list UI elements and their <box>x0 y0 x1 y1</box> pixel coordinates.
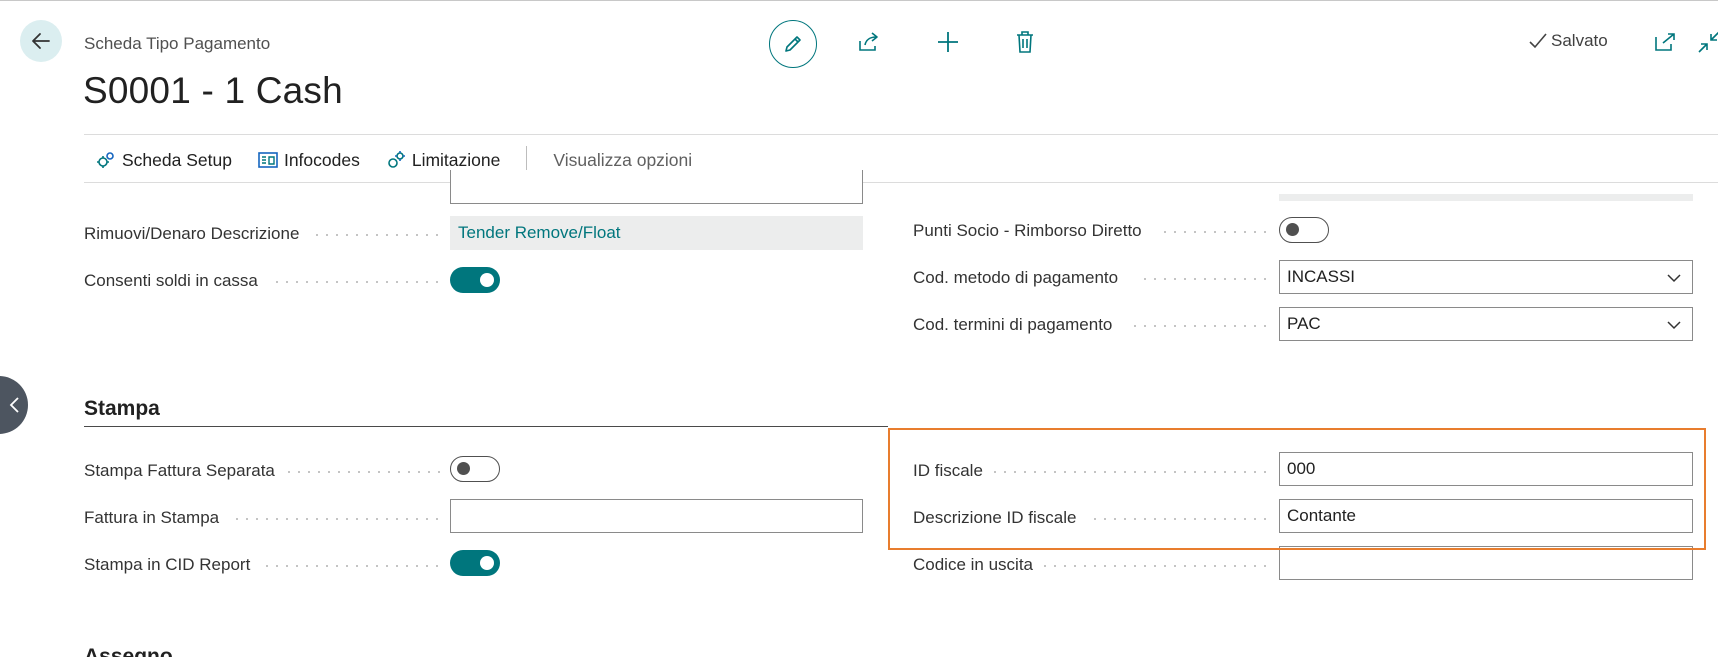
id-fiscale-field[interactable]: 000 <box>1279 452 1693 486</box>
termini-select[interactable]: PAC <box>1279 307 1693 341</box>
consenti-toggle[interactable] <box>450 267 500 293</box>
metodo-label: Cod. metodo di pagamento <box>913 268 1119 287</box>
plus-icon <box>938 32 958 52</box>
add-button[interactable] <box>932 24 964 60</box>
metodo-value: INCASSI <box>1287 267 1356 286</box>
punti-toggle[interactable] <box>1279 217 1329 243</box>
fattura-sep-label: Stampa Fattura Separata <box>84 461 275 480</box>
infocodes-icon <box>258 152 278 168</box>
limitation-icon <box>388 151 405 168</box>
back-button[interactable] <box>20 20 62 62</box>
saved-label: Salvato <box>1551 31 1608 50</box>
leader-dots <box>1040 565 1270 567</box>
side-panel-toggle[interactable] <box>0 376 28 434</box>
rimuovi-label: Rimuovi/Denaro Descrizione <box>84 224 300 243</box>
codice-uscita-label: Codice in uscita <box>913 555 1034 574</box>
leader-dots <box>232 518 440 520</box>
popout-button[interactable] <box>1652 30 1678 54</box>
desc-id-field[interactable]: Contante <box>1279 499 1693 533</box>
chevron-left-icon <box>9 397 19 413</box>
leader-dots <box>1160 231 1270 233</box>
cid-toggle[interactable] <box>450 550 500 576</box>
termini-value: PAC <box>1287 314 1321 333</box>
setup-gears-icon <box>97 152 114 168</box>
action-infocodes[interactable]: Infocodes <box>245 140 373 180</box>
leader-dots <box>284 471 440 473</box>
leader-dots <box>1130 325 1270 327</box>
popout-icon <box>1655 33 1675 51</box>
fattura-stampa-field[interactable] <box>450 499 863 533</box>
leader-dots <box>990 471 1270 473</box>
consenti-label: Consenti soldi in cassa <box>84 271 258 290</box>
leader-dots <box>312 234 440 236</box>
checkmark-icon <box>1529 33 1547 49</box>
actionbar-divider <box>84 182 1718 183</box>
pencil-icon <box>785 36 801 52</box>
edit-button[interactable] <box>769 20 817 68</box>
chevron-down-icon <box>1667 321 1681 330</box>
section-divider <box>84 426 888 427</box>
trash-icon <box>1017 31 1033 53</box>
collapse-button[interactable] <box>1697 30 1718 54</box>
action-label: Limitazione <box>411 149 501 170</box>
section-title-stampa[interactable]: Stampa <box>84 397 160 421</box>
fattura-stampa-label: Fattura in Stampa <box>84 508 220 527</box>
scrolled-field-right[interactable] <box>1279 194 1693 201</box>
termini-label: Cod. termini di pagamento <box>913 315 1113 334</box>
scrolled-field-left[interactable] <box>450 170 863 204</box>
leader-dots <box>262 565 440 567</box>
rimuovi-field[interactable]: Tender Remove/Float <box>450 216 863 250</box>
chevron-down-icon <box>1667 274 1681 283</box>
metodo-select[interactable]: INCASSI <box>1279 260 1693 294</box>
leader-dots <box>1140 278 1270 280</box>
arrow-left-icon <box>32 33 50 49</box>
punti-label: Punti Socio - Rimborso Diretto <box>913 221 1142 240</box>
action-label: Visualizza opzioni <box>553 149 693 170</box>
header-divider <box>84 134 1718 135</box>
saved-status: Salvato <box>1528 31 1608 51</box>
cid-label: Stampa in CID Report <box>84 555 251 574</box>
page-caption: Scheda Tipo Pagamento <box>84 34 271 53</box>
leader-dots <box>272 281 440 283</box>
share-button[interactable] <box>854 24 884 60</box>
action-label: Scheda Setup <box>122 149 232 170</box>
section-title-assegno[interactable]: Assegno <box>84 645 173 657</box>
page-title: S0001 - 1 Cash <box>83 70 343 111</box>
collapse-icon <box>1698 31 1718 53</box>
action-scheda-setup[interactable]: Scheda Setup <box>84 140 245 180</box>
codice-uscita-field[interactable] <box>1279 546 1693 580</box>
action-label: Infocodes <box>283 149 360 170</box>
id-fiscale-label: ID fiscale <box>913 461 983 480</box>
leader-dots <box>1090 518 1270 520</box>
share-icon <box>859 32 878 51</box>
fattura-sep-toggle[interactable] <box>450 456 500 482</box>
desc-id-label: Descrizione ID fiscale <box>913 508 1077 527</box>
top-border <box>0 0 1718 1</box>
delete-button[interactable] <box>1010 24 1040 60</box>
